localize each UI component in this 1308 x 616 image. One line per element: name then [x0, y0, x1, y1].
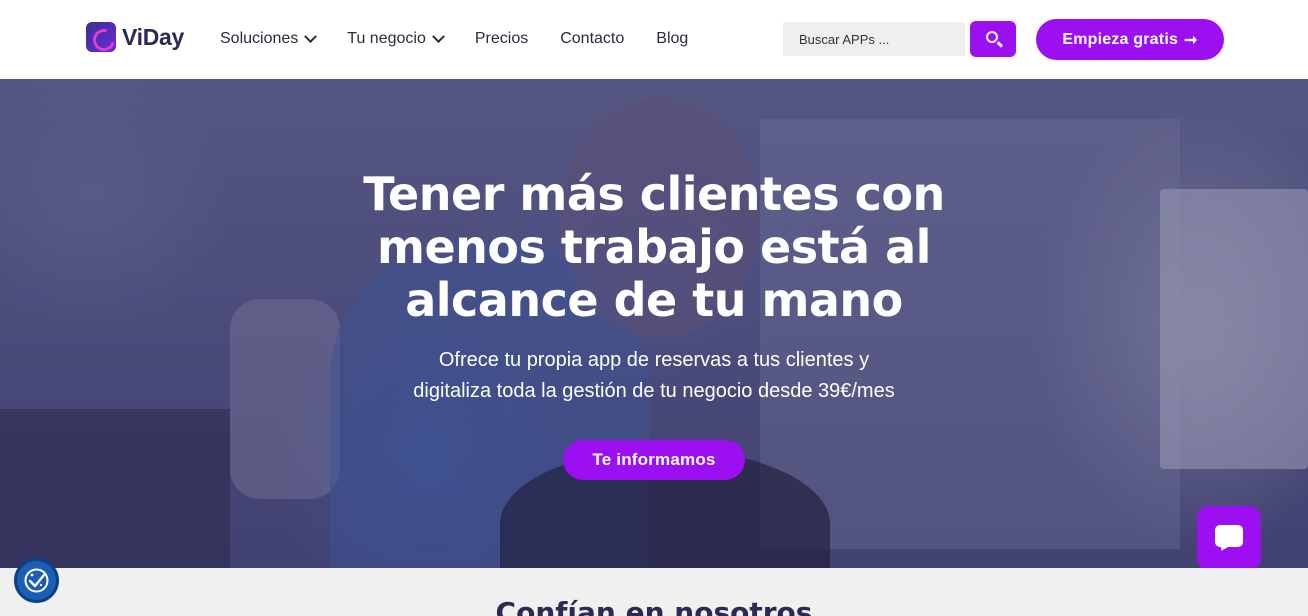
main-nav: Soluciones Tu negocio Precios Contacto B… — [220, 28, 720, 50]
logo-icon — [86, 22, 116, 52]
nav-item-soluciones[interactable]: Soluciones — [220, 28, 318, 50]
arrow-right-icon: ➞ — [1184, 31, 1198, 49]
nav-item-tu-negocio[interactable]: Tu negocio — [347, 28, 445, 50]
start-free-button[interactable]: Empieza gratis ➞ — [1036, 19, 1224, 60]
section-heading: Confían en nosotros — [495, 596, 813, 616]
logo-text: ViDay — [122, 23, 185, 50]
nav-item-label: Precios — [474, 30, 529, 47]
chevron-down-icon — [431, 29, 445, 43]
chat-button[interactable] — [1197, 506, 1261, 568]
chevron-down-icon — [304, 29, 318, 43]
trust-section: Confían en nosotros — [0, 568, 1308, 616]
info-button[interactable]: Te informamos — [563, 440, 745, 480]
nav-item-precios[interactable]: Precios — [475, 28, 528, 50]
cookie-consent-button[interactable] — [14, 558, 59, 603]
hero-subtitle: Ofrece tu propia app de reservas a tus c… — [330, 345, 978, 407]
hero-title: Tener más clientes con menos trabajo est… — [363, 167, 945, 327]
logo[interactable]: ViDay — [86, 22, 184, 52]
search-icon-handle — [996, 41, 1004, 48]
search-input[interactable] — [783, 22, 965, 56]
search-button[interactable] — [970, 21, 1016, 57]
nav-item-label: Tu negocio — [347, 30, 426, 47]
hero-section: Tener más clientes con menos trabajo est… — [0, 79, 1308, 568]
hero-subtitle-line: digitaliza toda la gestión de tu negocio… — [413, 380, 895, 402]
cookie-consent-icon — [24, 568, 49, 593]
hero-subtitle-line: Ofrece tu propia app de reservas a tus c… — [438, 349, 870, 371]
nav-item-blog[interactable]: Blog — [656, 28, 688, 50]
nav-item-label: Soluciones — [220, 30, 299, 47]
nav-item-label: Contacto — [560, 30, 625, 47]
site-header: ViDay Soluciones Tu negocio Precios Cont… — [0, 0, 1308, 79]
search-icon — [986, 31, 998, 43]
nav-item-label: Blog — [656, 30, 689, 47]
nav-item-contacto[interactable]: Contacto — [560, 28, 624, 50]
start-free-label: Empieza gratis — [1062, 30, 1179, 48]
